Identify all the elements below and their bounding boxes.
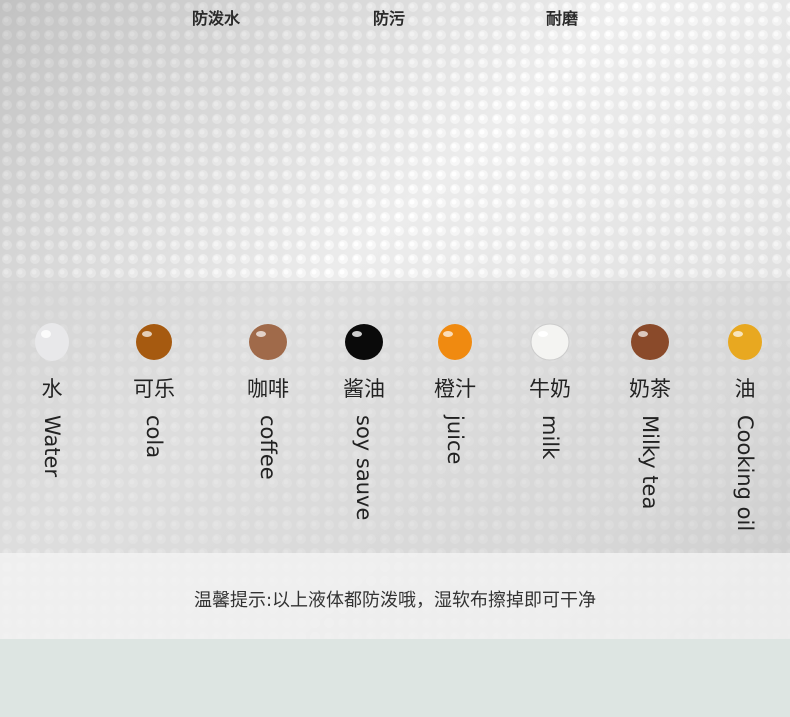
liquid-item-water: 水 Water <box>22 281 82 553</box>
water-drop-icon <box>35 323 69 361</box>
juice-drop-icon <box>438 324 472 360</box>
bottom-strip <box>0 639 790 717</box>
feature-label-stain-resistant: 防污 <box>373 9 406 28</box>
cola-drop-icon <box>136 324 172 360</box>
liquid-test-panel: 水 Water 可乐 cola 咖啡 coffee 酱油 soy sauve 橙… <box>0 281 790 553</box>
tip-text: 温馨提示:以上液体都防泼哦，湿软布擦掉即可干净 <box>193 590 597 611</box>
liquid-item-juice: 橙汁 juice <box>425 281 485 553</box>
milk-drop-icon <box>530 323 570 361</box>
liquid-name-en: cola <box>142 415 166 459</box>
tip-band: 温馨提示:以上液体都防泼哦，湿软布擦掉即可干净 <box>0 553 790 639</box>
liquid-item-coffee: 咖啡 coffee <box>238 281 298 553</box>
liquid-item-cooking-oil: 油 Cooking oil <box>715 281 775 553</box>
liquid-name-zh: 牛奶 <box>529 377 571 401</box>
liquid-name-en: milk <box>538 415 562 460</box>
liquid-name-zh: 可乐 <box>133 377 175 401</box>
liquid-name-zh: 水 <box>41 377 63 401</box>
liquid-item-milk-tea: 奶茶 Milky tea <box>620 281 680 553</box>
liquid-name-zh: 油 <box>734 377 756 401</box>
coffee-drop-icon <box>249 324 287 360</box>
feature-label-wear-resistant: 耐磨 <box>546 9 579 28</box>
milk-tea-drop-icon <box>631 324 669 360</box>
liquid-name-zh: 酱油 <box>343 377 385 401</box>
liquid-item-milk: 牛奶 milk <box>520 281 580 553</box>
feature-label-splash-proof: 防泼水 <box>192 9 241 28</box>
liquid-name-en: Milky tea <box>638 415 662 510</box>
liquid-name-en: coffee <box>256 415 280 480</box>
liquid-name-en: juice <box>443 415 467 465</box>
liquid-name-zh: 咖啡 <box>247 377 289 401</box>
liquid-item-soy-sauce: 酱油 soy sauve <box>334 281 394 553</box>
soy-sauce-drop-icon <box>345 324 383 360</box>
oil-drop-icon <box>728 324 762 360</box>
liquid-name-en: Cooking oil <box>733 415 757 532</box>
liquid-item-cola: 可乐 cola <box>124 281 184 553</box>
liquid-name-en: soy sauve <box>352 415 376 521</box>
liquid-name-en: Water <box>40 415 64 478</box>
liquid-name-zh: 奶茶 <box>629 377 671 401</box>
liquid-name-zh: 橙汁 <box>434 377 476 401</box>
